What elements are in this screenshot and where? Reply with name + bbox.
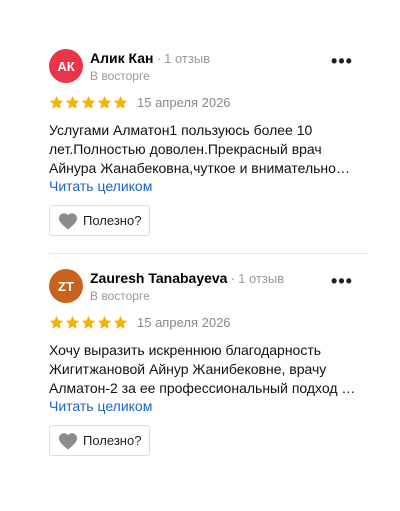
reviewer-status: В восторге xyxy=(90,289,150,303)
author-line: Zauresh Tanabayeva · 1 отзыв xyxy=(90,270,284,286)
star-icon xyxy=(81,315,96,329)
divider xyxy=(49,253,369,254)
author-line: Алик Кан · 1 отзыв xyxy=(90,50,210,66)
rating-stars xyxy=(49,315,128,331)
star-icon xyxy=(65,315,80,329)
review-text-line: Айнура Жанабековна,чуткое и внимательно… xyxy=(49,160,350,176)
review-date: 15 апреля 2026 xyxy=(137,315,231,330)
reviews-count: 1 отзыв xyxy=(238,271,285,286)
helpful-button[interactable]: Полезно? xyxy=(49,205,150,236)
star-icon xyxy=(113,315,128,329)
review-date: 15 апреля 2026 xyxy=(137,95,231,110)
heart-icon xyxy=(59,212,77,230)
review-text-line: Услугами Алматон1 пользуюсь более 10 xyxy=(49,122,313,138)
author-name[interactable]: Алик Кан xyxy=(90,50,153,66)
star-icon xyxy=(81,95,96,109)
review-text-line: лет.Полностью доволен.Прекрасный врач xyxy=(49,141,322,157)
review-text-line: Алматон-2 за ее профессиональный подход … xyxy=(49,380,355,396)
star-icon xyxy=(49,95,64,109)
separator-dot: · xyxy=(230,270,236,286)
star-icon xyxy=(113,95,128,109)
helpful-label: Полезно? xyxy=(83,433,142,448)
heart-icon xyxy=(59,432,77,450)
avatar[interactable]: АК xyxy=(49,49,83,83)
read-more-link[interactable]: Читать целиком xyxy=(49,178,152,194)
star-icon xyxy=(65,95,80,109)
review-text-line: Хочу выразить искреннюю благодарность xyxy=(49,342,322,358)
star-icon xyxy=(97,315,112,329)
star-icon xyxy=(49,315,64,329)
read-more-link[interactable]: Читать целиком xyxy=(49,398,152,414)
review-text-line: Жигитжановой Айнур Жанибековне, врачу xyxy=(49,361,327,377)
star-icon xyxy=(97,95,112,109)
helpful-button[interactable]: Полезно? xyxy=(49,425,150,456)
review-text: Хочу выразить искреннюю благодарность Жи… xyxy=(49,341,355,398)
helpful-label: Полезно? xyxy=(83,213,142,228)
avatar[interactable]: ZT xyxy=(49,269,83,303)
more-options-button[interactable]: ••• xyxy=(330,272,354,294)
review-text: Услугами Алматон1 пользуюсь более 10 лет… xyxy=(49,121,355,178)
reviews-count: 1 отзыв xyxy=(164,51,211,66)
separator-dot: · xyxy=(156,50,162,66)
more-options-button[interactable]: ••• xyxy=(330,52,354,74)
rating-stars xyxy=(49,95,128,111)
author-name[interactable]: Zauresh Tanabayeva xyxy=(90,270,227,286)
reviewer-status: В восторге xyxy=(90,69,150,83)
